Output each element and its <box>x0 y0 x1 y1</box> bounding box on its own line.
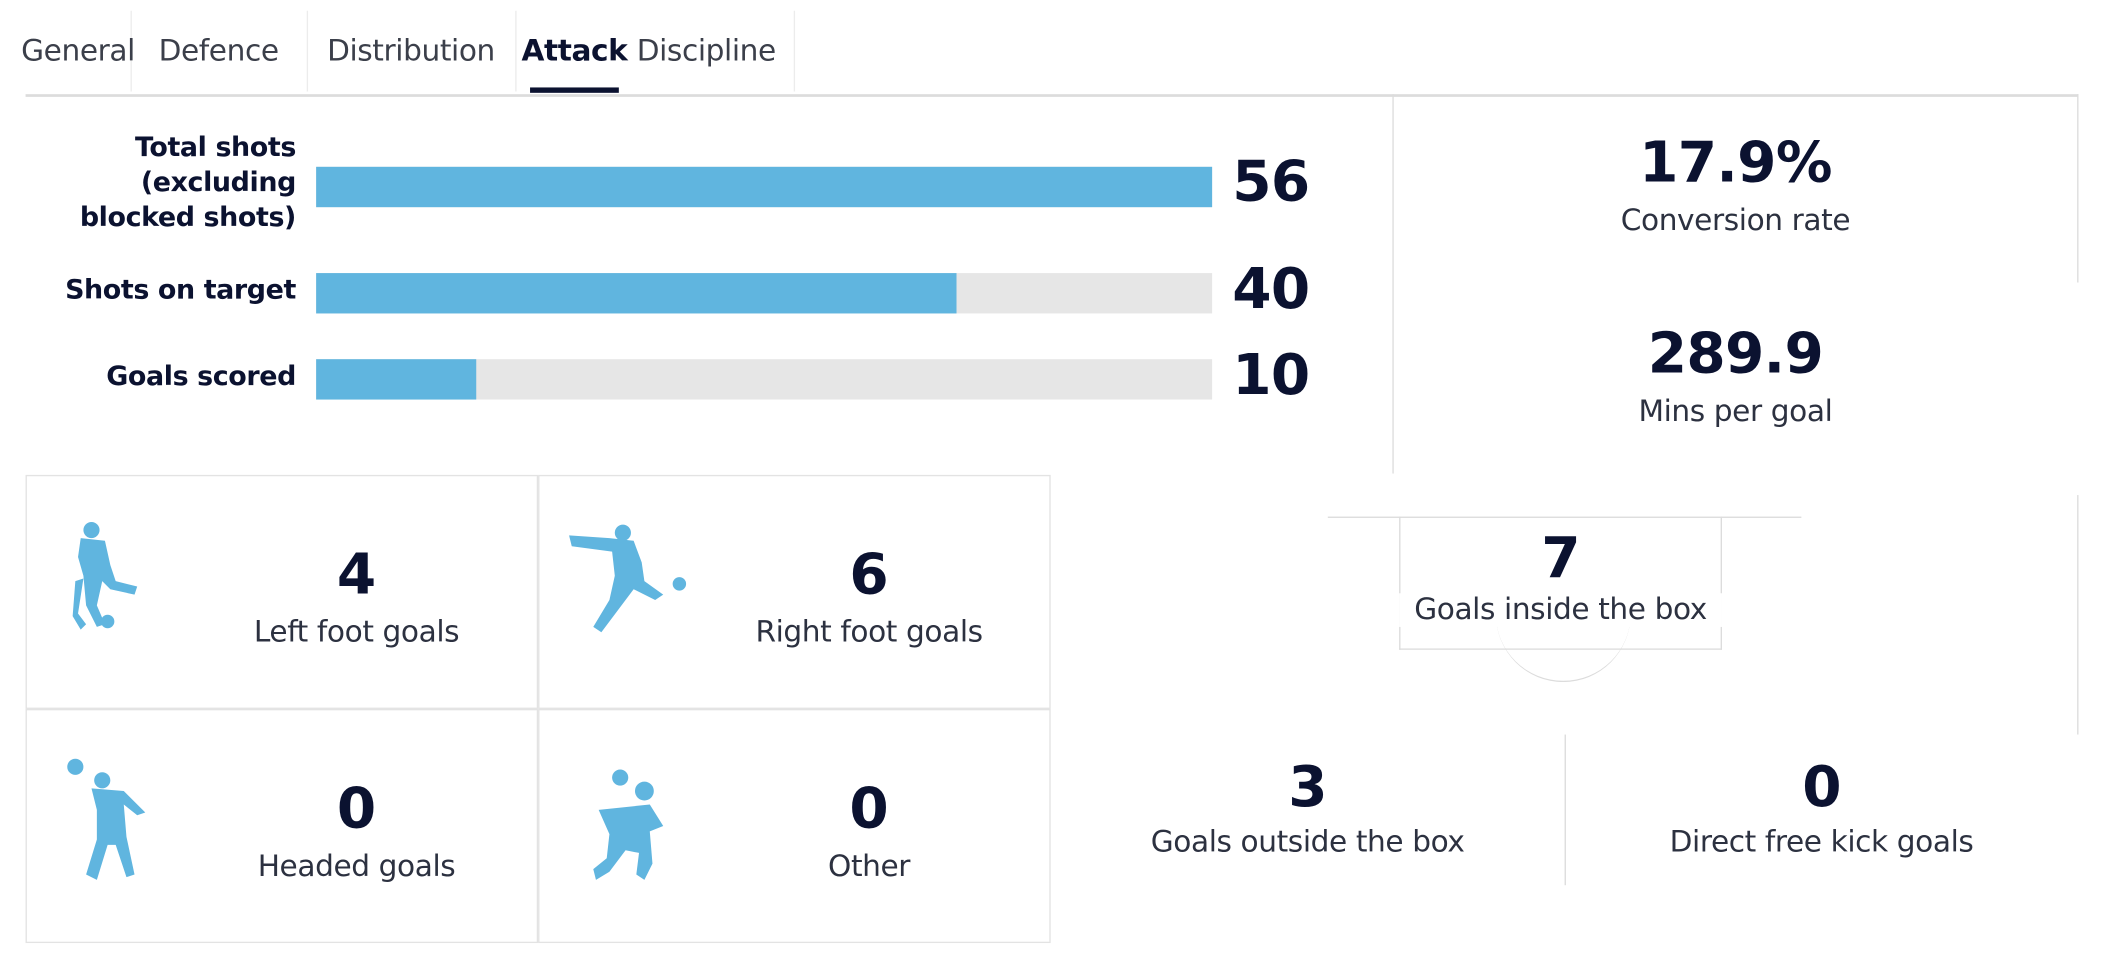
other-goals-value: 0 <box>849 774 889 841</box>
total-shots-value: 56 <box>1232 147 1310 214</box>
other-goal-player-icon <box>593 769 664 880</box>
goals-scored-label: Goals scored <box>106 359 296 392</box>
shots-on-target-bar-fill <box>316 273 957 314</box>
goals-outside-box-value: 3 <box>1288 753 1327 820</box>
goals-outside-box-label: Goals outside the box <box>1150 826 1465 860</box>
goals-scored-value: 10 <box>1232 341 1310 408</box>
tab-defence[interactable]: Defence <box>130 10 309 92</box>
left-foot-goals-label: Left foot goals <box>253 616 460 650</box>
total-shots-label: Total shots (excluding blocked shots) <box>79 130 297 233</box>
right-foot-player-icon <box>569 524 687 633</box>
left-foot-player-icon <box>72 521 138 630</box>
right-foot-goals-value: 6 <box>849 540 889 607</box>
left-foot-goals-value: 4 <box>336 540 377 607</box>
free-kick-goals-label: Direct free kick goals <box>1669 826 1974 860</box>
headed-goals-cell: 0 Headed goals <box>25 708 539 944</box>
other-goals-cell: 0 Other <box>538 708 1051 944</box>
tab-distribution[interactable]: Distribution <box>307 10 517 92</box>
goals-scored-bar-fill <box>316 359 477 400</box>
other-goals-label: Other <box>828 850 911 884</box>
left-foot-goals-cell: 4 Left foot goals <box>25 474 539 709</box>
mins-per-goal-value: 289.9 <box>1647 320 1824 387</box>
right-foot-goals-cell: 6 Right foot goals <box>538 474 1051 709</box>
headed-goals-value: 0 <box>336 774 377 841</box>
header-player-icon <box>67 758 146 880</box>
shots-on-target-bar-track <box>316 273 1213 314</box>
divider <box>2077 495 2079 735</box>
total-shots-bar-fill <box>316 166 1213 208</box>
goals-inside-box-value: 7 <box>1541 524 1580 591</box>
tab-general[interactable]: General <box>21 10 135 92</box>
right-foot-goals-label: Right foot goals <box>755 616 983 650</box>
conversion-rate-value: 17.9% <box>1639 129 1832 196</box>
stats-tabs: General Defence Distribution Attack Disc… <box>21 10 2079 97</box>
total-shots-bar-track <box>316 166 1213 208</box>
conversion-rate-label: Conversion rate <box>1620 204 1851 239</box>
tab-discipline[interactable]: Discipline <box>619 10 796 92</box>
goals-inside-box-label: Goals inside the box <box>1399 593 1722 627</box>
headed-goals-label: Headed goals <box>257 850 456 884</box>
free-kick-goals-value: 0 <box>1802 753 1841 820</box>
tab-attack[interactable]: Attack <box>521 11 628 93</box>
shots-on-target-label: Shots on target <box>65 273 296 306</box>
goals-scored-bar-track <box>316 359 1213 400</box>
shots-on-target-value: 40 <box>1232 255 1310 322</box>
mins-per-goal-label: Mins per goal <box>1638 395 1833 430</box>
